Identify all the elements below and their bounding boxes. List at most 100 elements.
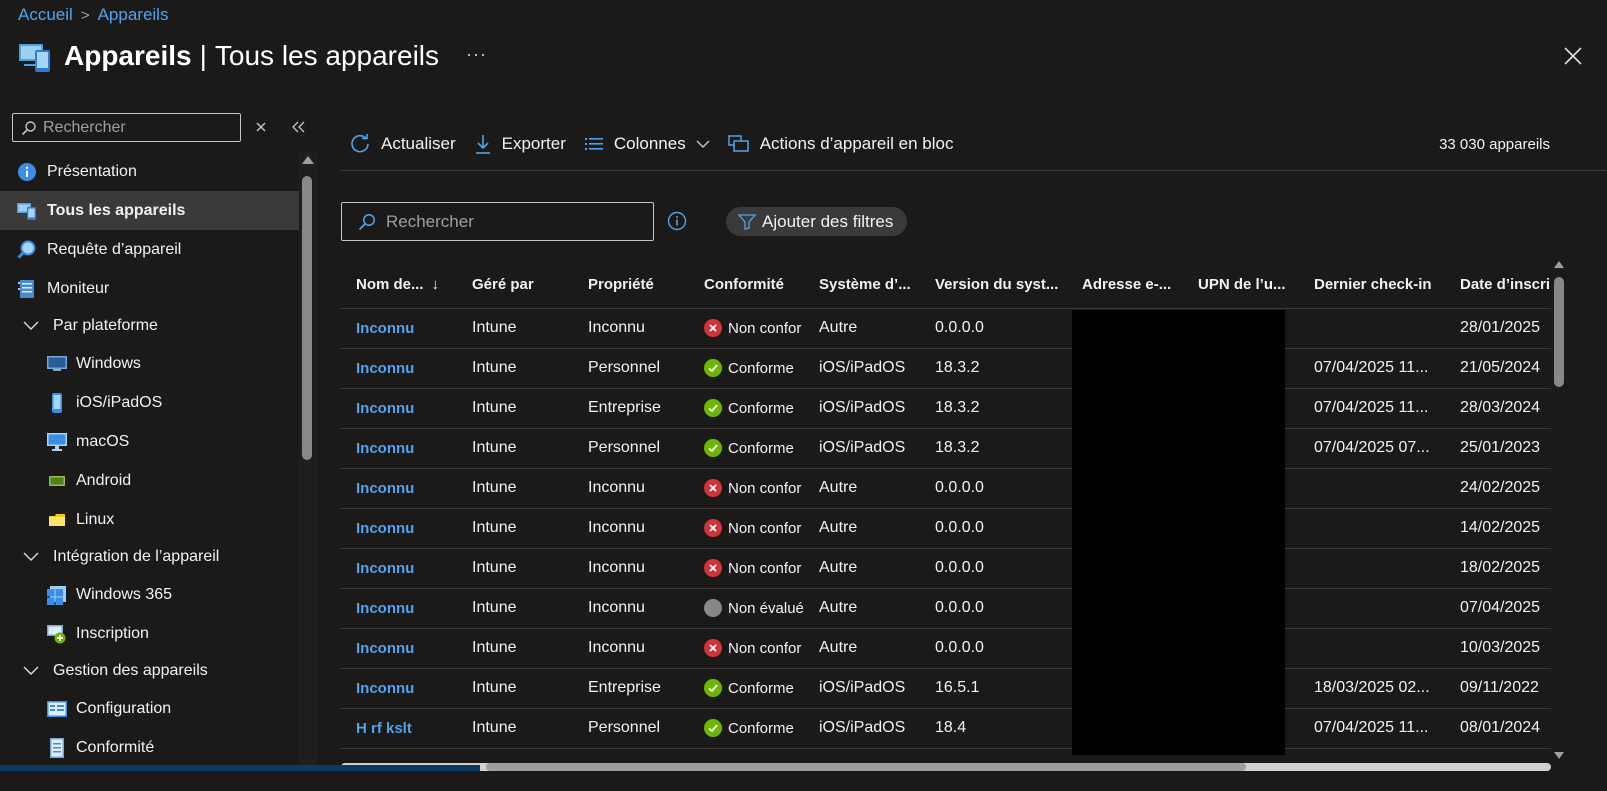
sidebar-item-label: Linux [76, 510, 115, 528]
compliance-status: Conforme [704, 399, 804, 417]
sidebar-group-label: Intégration de l’appareil [53, 548, 220, 565]
info-icon[interactable] [667, 211, 687, 231]
search-icon [358, 213, 375, 230]
device-name-link[interactable]: Inconnu [341, 668, 457, 709]
device-name-link[interactable]: Inconnu [341, 428, 457, 469]
devices-table: Nom de... ↓ Géré par Propriété Conformité… [341, 262, 1551, 762]
last-checkin-cell: 07/04/2025 11... [1299, 708, 1445, 749]
sidebar-item-android[interactable]: Android [0, 461, 299, 500]
sidebar-item-label: iOS/iPadOS [76, 393, 163, 411]
table-row[interactable]: Inconnu Intune Personnel Conforme iOS/iPadOS… [341, 348, 1551, 389]
breadcrumb-current-link[interactable]: Appareils [98, 5, 169, 25]
column-header-upn[interactable]: UPN de l’u... [1183, 262, 1299, 309]
clear-search-icon[interactable] [252, 118, 270, 136]
sidebar-group-device-onboarding[interactable]: Intégration de l’appareil [0, 539, 299, 575]
table-row[interactable]: Inconnu Intune Inconnu Non confor Autre 0.0.0… [341, 468, 1551, 509]
scroll-up-icon[interactable] [302, 156, 314, 164]
table-row[interactable]: Inconnu Intune Inconnu Non confor Autre 0.0.0… [341, 628, 1551, 669]
sidebar-search[interactable] [12, 113, 241, 142]
columns-button[interactable]: Colonnes [584, 134, 710, 154]
column-header-compliance[interactable]: Conformité [689, 262, 804, 309]
table-row[interactable]: Inconnu Intune Entreprise Conforme iOS/iPadO… [341, 668, 1551, 709]
column-header-last-checkin[interactable]: Dernier check-in [1299, 262, 1445, 309]
device-name-link[interactable]: Inconnu [341, 468, 457, 509]
export-label: Exporter [501, 134, 566, 153]
chevron-down-icon [20, 660, 42, 682]
scroll-up-icon[interactable] [1554, 261, 1564, 268]
column-header-enrolled-date[interactable]: Date d’inscri [1445, 262, 1551, 309]
ownership-cell: Personnel [573, 428, 689, 469]
column-header-ownership[interactable]: Propriété [573, 262, 689, 309]
column-header-os[interactable]: Système d’... [804, 262, 920, 309]
os-cell: Autre [804, 588, 920, 629]
sidebar-item-presentation[interactable]: Présentation [0, 152, 299, 191]
compliance-label: Non confor [728, 319, 802, 337]
device-search-input[interactable] [386, 211, 646, 232]
sidebar-scrollbar[interactable] [299, 152, 317, 791]
scroll-thumb[interactable] [486, 763, 1246, 771]
not-evaluated-icon [704, 599, 722, 617]
sidebar-group-device-management[interactable]: Gestion des appareils [0, 653, 299, 689]
device-name-link[interactable]: Inconnu [341, 508, 457, 549]
collapse-sidebar-icon[interactable] [288, 118, 308, 136]
error-icon [704, 559, 722, 577]
sidebar-item-enrollment[interactable]: Inscription [0, 614, 299, 653]
sidebar-item-monitor[interactable]: Moniteur [0, 269, 299, 308]
scroll-thumb[interactable] [302, 176, 312, 460]
device-name-link[interactable]: Inconnu [341, 388, 457, 429]
last-checkin-cell [1299, 588, 1445, 629]
enrolled-date-cell: 28/01/2025 [1445, 308, 1551, 349]
sidebar-item-compliance[interactable]: Conformité [0, 728, 299, 767]
more-options-button[interactable]: ··· [466, 44, 487, 65]
sidebar-item-ios[interactable]: iOS/iPadOS [0, 383, 299, 422]
compliance-status: Conforme [704, 439, 804, 457]
enrolled-date-cell: 09/11/2022 [1445, 668, 1551, 709]
ownership-cell: Personnel [573, 708, 689, 749]
device-name-link[interactable]: Inconnu [341, 628, 457, 669]
scroll-down-icon[interactable] [1554, 752, 1564, 759]
sidebar-item-configuration[interactable]: Configuration [0, 689, 299, 728]
sidebar-item-linux[interactable]: Linux [0, 500, 299, 539]
table-row[interactable]: Inconnu Intune Entreprise Conforme iOS/iPadO… [341, 388, 1551, 429]
table-horizontal-scrollbar[interactable] [341, 763, 1551, 771]
enrolled-date-cell: 25/01/2023 [1445, 428, 1551, 469]
breadcrumb: Accueil > Appareils [18, 5, 168, 25]
sidebar-item-device-query[interactable]: Requête d’appareil [0, 230, 299, 269]
export-button[interactable]: Exporter [474, 133, 566, 155]
sidebar-item-windows365[interactable]: Windows 365 [0, 575, 299, 614]
scroll-thumb[interactable] [1554, 277, 1564, 387]
refresh-button[interactable]: Actualiser [349, 133, 456, 155]
device-name-link[interactable]: Inconnu [341, 348, 457, 389]
ownership-cell: Inconnu [573, 588, 689, 629]
add-filters-button[interactable]: Ajouter des filtres [726, 207, 908, 236]
compliance-status: Non confor [704, 639, 804, 657]
device-name-link[interactable]: Inconnu [341, 548, 457, 589]
table-row[interactable]: Inconnu Intune Personnel Conforme iOS/iPadOS… [341, 428, 1551, 469]
column-header-email[interactable]: Adresse e-... [1067, 262, 1183, 309]
sidebar-item-windows[interactable]: Windows [0, 344, 299, 383]
enrolled-date-cell: 14/02/2025 [1445, 508, 1551, 549]
last-checkin-cell [1299, 508, 1445, 549]
table-row[interactable]: Inconnu Intune Inconnu Non évalué Autre 0.0.0… [341, 588, 1551, 629]
sidebar-item-macos[interactable]: macOS [0, 422, 299, 461]
close-icon[interactable] [1561, 44, 1585, 68]
device-name-link[interactable]: Inconnu [341, 588, 457, 629]
table-row[interactable]: Inconnu Intune Inconnu Non confor Autre 0.0.0… [341, 508, 1551, 549]
table-row[interactable]: H rf kslt Intune Personnel Conforme iOS/iPad… [341, 708, 1551, 749]
column-header-managed-by[interactable]: Géré par [457, 262, 573, 309]
device-search[interactable] [341, 202, 654, 241]
bulk-device-actions-button[interactable]: Actions d’appareil en bloc [727, 134, 953, 154]
table-vertical-scrollbar[interactable] [1551, 255, 1568, 763]
sidebar-search-input[interactable] [43, 118, 233, 137]
compliance-cell: Non confor [689, 508, 804, 549]
column-header-name[interactable]: Nom de... ↓ [341, 262, 457, 309]
table-row[interactable]: Inconnu Intune Inconnu Non confor Autre 0.0.0… [341, 308, 1551, 349]
device-name-link[interactable]: H rf kslt [341, 708, 457, 749]
sidebar-group-by-platform[interactable]: Par plateforme [0, 308, 299, 344]
device-name-link[interactable]: Inconnu [341, 308, 457, 349]
sidebar-item-all-devices[interactable]: Tous les appareils [0, 191, 299, 230]
table-row[interactable]: Inconnu Intune Inconnu Non confor Autre 0.0.0… [341, 548, 1551, 589]
managed-by-cell: Intune [457, 468, 573, 509]
column-header-os-version[interactable]: Version du syst... [920, 262, 1067, 309]
breadcrumb-home-link[interactable]: Accueil [18, 5, 73, 25]
